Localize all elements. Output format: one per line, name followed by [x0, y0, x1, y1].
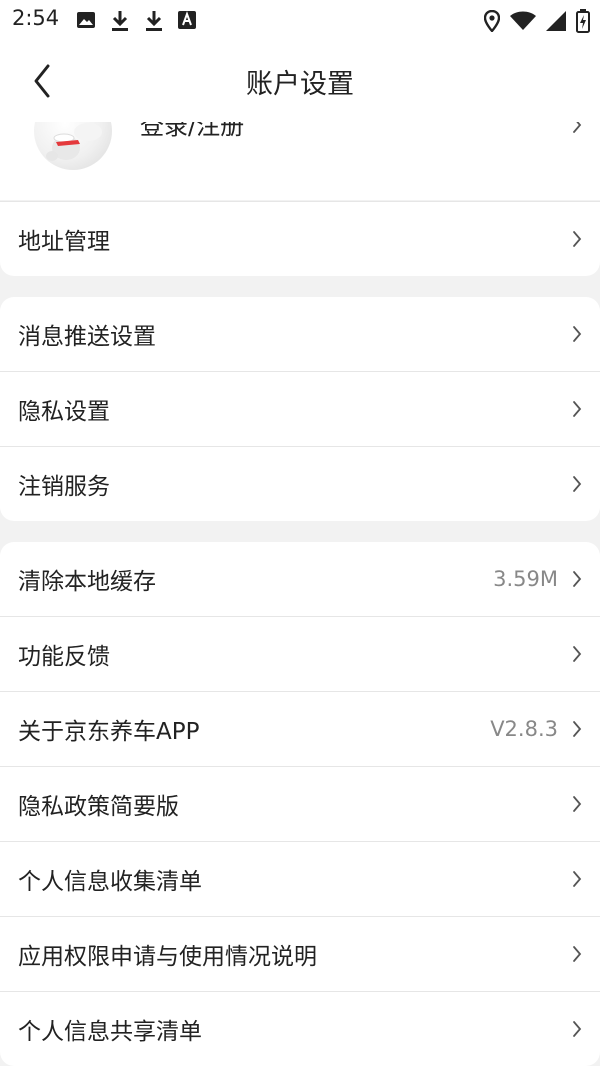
menu-item-feedback[interactable]: 功能反馈	[0, 617, 600, 692]
notification-icons	[76, 10, 196, 36]
avatar	[34, 122, 112, 170]
chevron-right-icon	[571, 325, 583, 343]
menu-item-label: 应用权限申请与使用情况说明	[18, 944, 317, 970]
chevron-right-icon	[571, 475, 583, 493]
menu-item-address[interactable]: 地址管理	[0, 201, 600, 276]
app-version-value: V2.8.3	[490, 717, 558, 741]
menu-item-info-sharing-list[interactable]: 个人信息共享清单	[0, 992, 600, 1066]
chevron-right-icon	[571, 122, 583, 134]
settings-group-privacy: 消息推送设置 隐私设置 注销服务	[0, 297, 600, 521]
download-icon	[110, 10, 130, 36]
chevron-right-icon	[571, 720, 583, 738]
profile-row[interactable]: 登录/注册	[0, 122, 600, 200]
status-bar: 2:54	[0, 0, 600, 40]
signal-icon	[546, 11, 566, 35]
menu-item-label: 清除本地缓存	[18, 569, 156, 595]
menu-item-cancel-account[interactable]: 注销服务	[0, 447, 600, 521]
chevron-right-icon	[571, 645, 583, 663]
menu-item-permission-description[interactable]: 应用权限申请与使用情况说明	[0, 917, 600, 992]
app-notification-icon	[178, 10, 196, 36]
settings-group-general: 清除本地缓存 3.59M 功能反馈 关于京东养车APP V2.8.3 隐私政策简…	[0, 542, 600, 1066]
wifi-icon	[510, 11, 536, 35]
battery-icon	[576, 9, 590, 37]
status-time: 2:54	[12, 6, 60, 30]
chevron-right-icon	[571, 400, 583, 418]
menu-item-label: 地址管理	[18, 229, 110, 255]
menu-item-label: 注销服务	[18, 474, 110, 500]
nav-bar: 账户设置	[0, 40, 600, 122]
menu-item-privacy-summary[interactable]: 隐私政策简要版	[0, 767, 600, 842]
image-notification-icon	[76, 10, 96, 36]
menu-item-label: 隐私设置	[18, 399, 110, 425]
chevron-right-icon	[571, 795, 583, 813]
cache-size-value: 3.59M	[493, 567, 558, 591]
menu-item-label: 个人信息共享清单	[18, 1019, 202, 1045]
chevron-right-icon	[571, 1020, 583, 1038]
menu-item-label: 功能反馈	[18, 644, 110, 670]
system-icons	[483, 9, 590, 37]
menu-item-label: 关于京东养车APP	[18, 719, 200, 745]
menu-item-info-collection-list[interactable]: 个人信息收集清单	[0, 842, 600, 917]
menu-item-push-settings[interactable]: 消息推送设置	[0, 297, 600, 372]
chevron-right-icon	[571, 870, 583, 888]
menu-item-clear-cache[interactable]: 清除本地缓存 3.59M	[0, 542, 600, 617]
menu-item-about-app[interactable]: 关于京东养车APP V2.8.3	[0, 692, 600, 767]
menu-item-label: 隐私政策简要版	[18, 794, 179, 820]
page-title: 账户设置	[246, 69, 354, 100]
menu-item-privacy-settings[interactable]: 隐私设置	[0, 372, 600, 447]
menu-item-label: 消息推送设置	[18, 324, 156, 350]
chevron-right-icon	[571, 570, 583, 588]
download-icon-2	[144, 10, 164, 36]
settings-group-address: 地址管理	[0, 201, 600, 276]
location-icon	[483, 9, 501, 36]
chevron-right-icon	[571, 945, 583, 963]
menu-item-label: 个人信息收集清单	[18, 869, 202, 895]
chevron-right-icon	[571, 230, 583, 248]
profile-login-label: 登录/注册	[140, 122, 245, 140]
